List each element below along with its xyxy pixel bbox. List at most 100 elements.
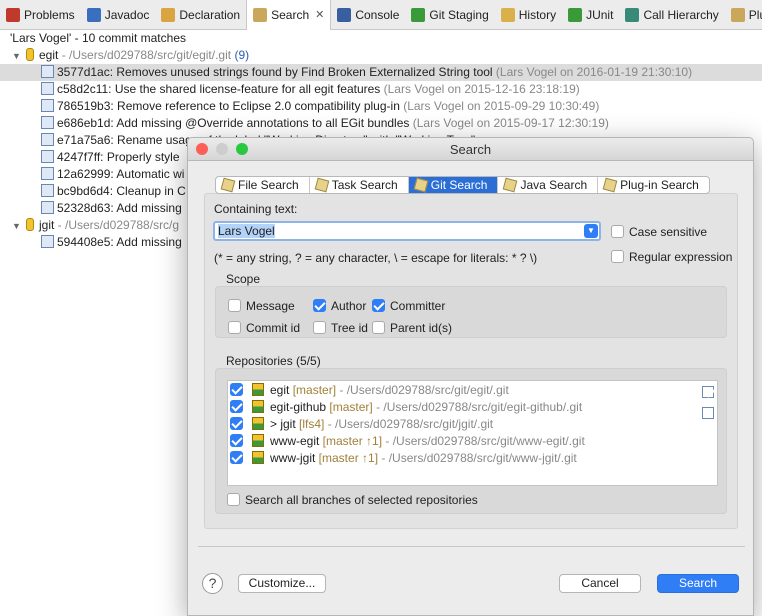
close-window-button[interactable]: [196, 143, 208, 155]
console-icon: [337, 7, 352, 22]
commit-icon: [41, 201, 54, 214]
cancel-button[interactable]: Cancel: [559, 574, 641, 593]
commit-icon: [41, 116, 54, 129]
scope-message-checkbox[interactable]: Message: [228, 299, 295, 313]
checkbox-box: [227, 493, 240, 506]
commit-item[interactable]: 3577d1ac: Removes unused strings found b…: [0, 64, 762, 81]
containing-text-value: Lars Vogel: [218, 224, 275, 238]
view-tab-call-hierarchy[interactable]: Call Hierarchy: [619, 0, 724, 30]
search-button[interactable]: Search: [657, 574, 739, 593]
search-tab-icon: [602, 177, 618, 193]
commit-id: c58d2c11: [57, 82, 109, 96]
checkbox-box: [372, 321, 385, 334]
commit-icon: [41, 150, 54, 163]
scope-author-checkbox[interactable]: Author: [313, 299, 366, 313]
tab-label: Plug-in Search: [620, 178, 699, 192]
view-tab-search[interactable]: Search ✕: [246, 0, 332, 30]
search-summary: 'Lars Vogel' - 10 commit matches: [10, 31, 186, 45]
repository-item[interactable]: www-egit [master ↑1] - /Users/d029788/sr…: [230, 433, 585, 450]
repository-name: egit: [270, 383, 290, 397]
repository-item[interactable]: egit-github [master] - /Users/d029788/sr…: [230, 399, 582, 416]
repository-checkbox[interactable]: [230, 400, 243, 413]
scope-committer-checkbox[interactable]: Committer: [372, 299, 445, 313]
repository-item[interactable]: egit [master] - /Users/d029788/src/git/e…: [230, 382, 509, 399]
repo-path: - /Users/d029788/src/git/egit/.git: [58, 48, 232, 62]
view-tab-history[interactable]: History: [495, 0, 562, 30]
tab-git-search[interactable]: Git Search: [408, 177, 499, 193]
deselect-all-icon[interactable]: [702, 407, 714, 419]
view-tab-plug-i[interactable]: Plug-i: [725, 0, 762, 30]
all-branches-checkbox[interactable]: Search all branches of selected reposito…: [227, 493, 478, 507]
repository-node[interactable]: ▼ egit - /Users/d029788/src/git/egit/.git…: [0, 47, 762, 64]
repository-branch: [master ↑1]: [315, 451, 379, 465]
regular-expression-label: Regular expression: [629, 250, 733, 264]
view-tab-problems[interactable]: Problems: [0, 0, 81, 30]
scope-label: Scope: [226, 272, 261, 286]
git-staging-icon: [411, 7, 426, 22]
commit-message: : Automatic wi: [110, 167, 185, 181]
commit-item[interactable]: c58d2c11: Use the shared license-feature…: [0, 81, 762, 98]
view-tab-junit[interactable]: JUnit: [562, 0, 619, 30]
repository-branch: [master]: [289, 383, 337, 397]
repository-name: egit-github: [270, 400, 327, 414]
junit-icon: [568, 7, 583, 22]
chevron-down-icon[interactable]: ▼: [584, 224, 598, 238]
commit-id: e71a75a6: [57, 133, 111, 147]
dialog-titlebar: Search: [188, 138, 753, 161]
close-icon[interactable]: ✕: [315, 8, 324, 21]
scope-parent-id-s--checkbox[interactable]: Parent id(s): [372, 321, 452, 335]
repository-name: www-jgit: [270, 451, 316, 465]
git-repository-icon: [252, 434, 264, 447]
commit-item[interactable]: 786519b3: Remove reference to Eclipse 2.…: [0, 98, 762, 115]
git-repository-icon: [252, 451, 264, 464]
checkbox-box: [313, 321, 326, 334]
commit-icon: [41, 133, 54, 146]
tab-label: Java Search: [520, 178, 588, 192]
repository-name: > jgit: [270, 417, 296, 431]
view-tab-javadoc[interactable]: Javadoc: [81, 0, 156, 30]
repository-checkbox[interactable]: [230, 451, 243, 464]
tab-java-search[interactable]: Java Search: [498, 177, 599, 193]
customize-button[interactable]: Customize...: [238, 574, 326, 593]
commit-id: 594408e5: [57, 235, 111, 249]
tab-file-search[interactable]: File Search: [216, 177, 310, 193]
call-hierarchy-icon: [625, 7, 640, 22]
repository-checkbox[interactable]: [230, 383, 243, 396]
tab-plug-in-search[interactable]: Plug-in Search: [598, 177, 709, 193]
commit-icon: [41, 184, 54, 197]
view-tab-git-staging[interactable]: Git Staging: [405, 0, 494, 30]
repository-checkbox[interactable]: [230, 417, 243, 430]
repository-name: www-egit: [270, 434, 320, 448]
maximize-window-button[interactable]: [236, 143, 248, 155]
case-sensitive-checkbox[interactable]: Case sensitive: [611, 225, 707, 239]
scope-tree-id-checkbox[interactable]: Tree id: [313, 321, 368, 335]
select-all-icon[interactable]: [702, 386, 714, 398]
repository-item[interactable]: www-jgit [master ↑1] - /Users/d029788/sr…: [230, 450, 577, 467]
search-tab-icon: [503, 177, 518, 193]
view-tab-declaration[interactable]: Declaration: [155, 0, 246, 30]
commit-message: : Removes unused strings found by Find B…: [109, 65, 496, 79]
repository-checkbox[interactable]: [230, 434, 243, 447]
view-tab-label: Javadoc: [104, 7, 150, 22]
view-tab-console[interactable]: Console: [331, 0, 405, 30]
minimize-window-button[interactable]: [216, 143, 228, 155]
scope-commit-id-checkbox[interactable]: Commit id: [228, 321, 300, 335]
help-button[interactable]: ?: [202, 573, 223, 594]
expand-triangle-icon[interactable]: ▼: [12, 48, 26, 65]
expand-triangle-icon[interactable]: ▼: [12, 218, 26, 235]
scope-label: Author: [331, 299, 367, 313]
divider: [198, 546, 745, 547]
commit-message: : Properly style: [100, 150, 180, 164]
git-repository-icon: [252, 417, 264, 430]
regular-expression-checkbox[interactable]: Regular expression: [611, 250, 732, 264]
commit-message: : Remove reference to Eclipse 2.0 compat…: [110, 99, 404, 113]
repositories-list[interactable]: egit [master] - /Users/d029788/src/git/e…: [227, 380, 718, 486]
repo-name: jgit: [39, 218, 55, 232]
tab-task-search[interactable]: Task Search: [310, 177, 409, 193]
repository-item[interactable]: > jgit [lfs4] - /Users/d029788/src/git/j…: [230, 416, 493, 433]
scope-label: Message: [246, 299, 295, 313]
case-sensitive-label: Case sensitive: [629, 225, 708, 239]
scope-label: Parent id(s): [390, 321, 453, 335]
commit-item[interactable]: e686eb1d: Add missing @Override annotati…: [0, 115, 762, 132]
containing-text-combo[interactable]: Lars Vogel ▼: [213, 221, 601, 241]
